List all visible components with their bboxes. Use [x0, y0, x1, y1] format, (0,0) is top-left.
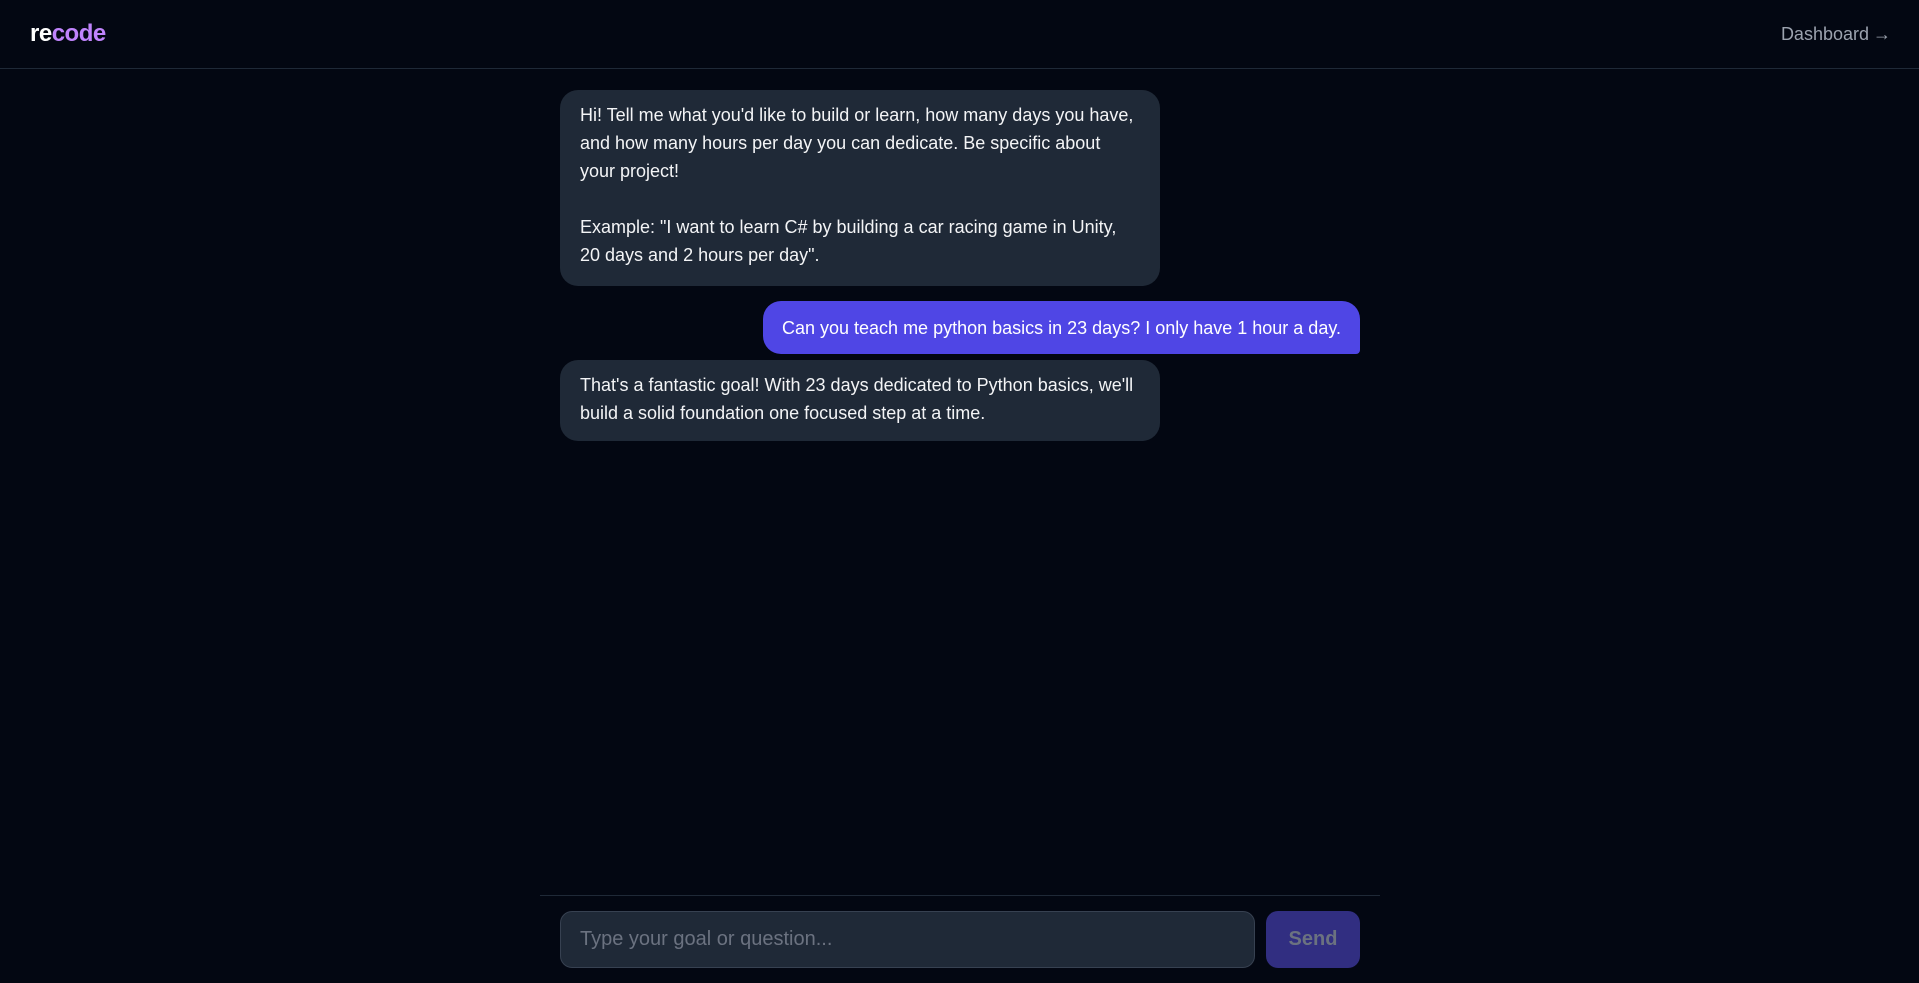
- logo-suffix: code: [51, 20, 107, 47]
- assistant-message: Hi! Tell me what you'd like to build or …: [560, 90, 1160, 286]
- top-header: recode Dashboard →: [0, 0, 1919, 69]
- dashboard-link[interactable]: Dashboard →: [1781, 24, 1891, 45]
- send-button[interactable]: Send: [1266, 911, 1360, 968]
- chat-thread: Hi! Tell me what you'd like to build or …: [560, 90, 1360, 441]
- logo-prefix: re: [30, 20, 52, 47]
- message-composer: Send: [540, 895, 1380, 983]
- message-input[interactable]: [560, 911, 1255, 968]
- arrow-right-icon: →: [1873, 23, 1891, 44]
- dashboard-link-label: Dashboard: [1780, 23, 1869, 44]
- logo[interactable]: recode: [30, 20, 106, 48]
- assistant-message: That's a fantastic goal! With 23 days de…: [560, 360, 1160, 441]
- user-message: Can you teach me python basics in 23 day…: [762, 301, 1360, 354]
